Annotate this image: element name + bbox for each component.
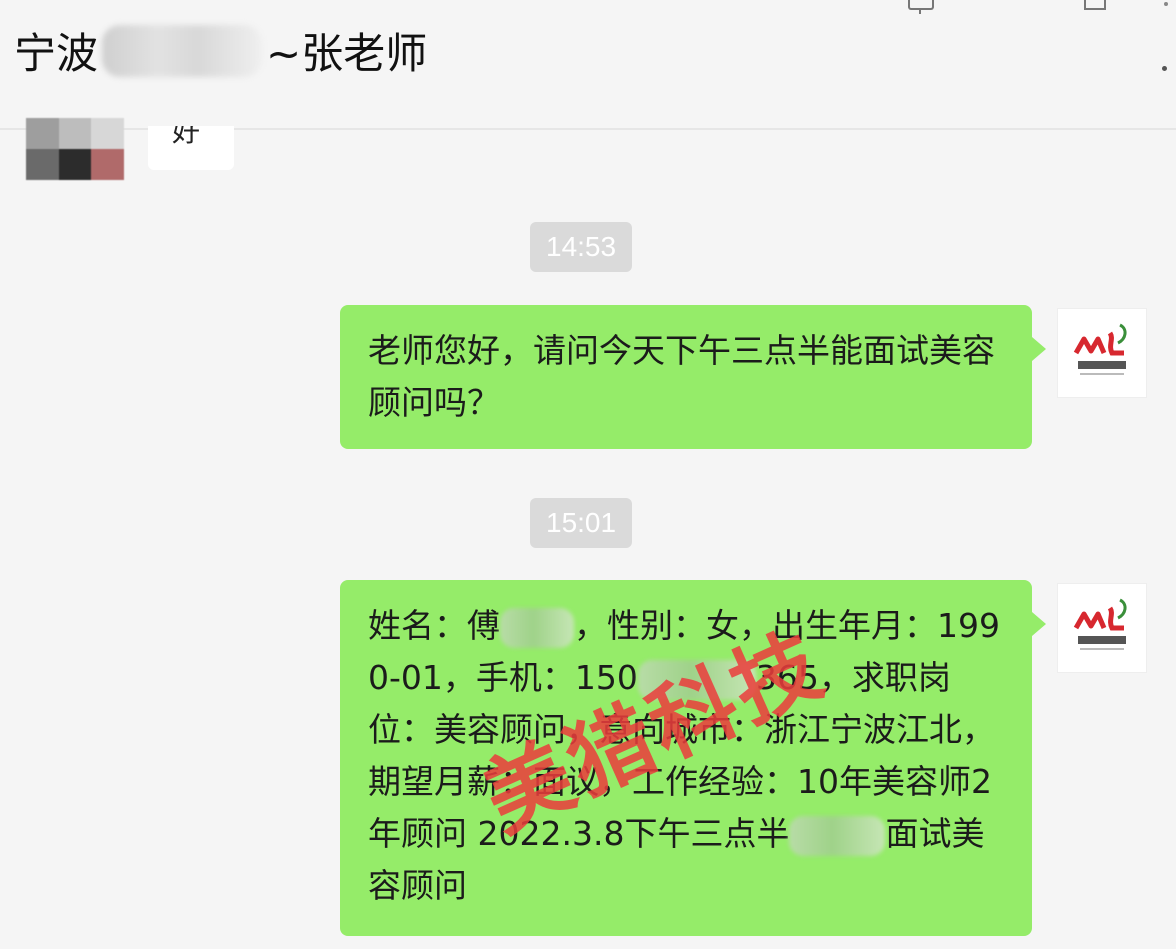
message-text: 老师您好，请问今天下午三点半能面试美容顾问吗？ [368, 331, 995, 422]
message-bubble[interactable]: 老师您好，请问今天下午三点半能面试美容顾问吗？ [340, 305, 1046, 449]
more-options-icon[interactable] [1162, 66, 1167, 71]
close-icon[interactable] [1164, 2, 1168, 6]
previous-message-bubble[interactable]: 好 [148, 126, 234, 170]
redacted-name [102, 24, 263, 77]
previous-message-text: 好 [172, 126, 201, 148]
message-bubble[interactable]: 姓名：傅 ，性别：女，出生年月：1990-01，手机：150 365，求职岗位：美容… [340, 580, 1046, 936]
chat-title: 宁波 ~张老师 [14, 20, 427, 81]
chat-title-prefix: 宁波 [14, 29, 99, 78]
self-avatar[interactable] [1057, 308, 1147, 398]
message-text-part: 姓名：傅 [368, 606, 500, 645]
pin-window-icon[interactable] [908, 0, 934, 14]
chat-window: 宁波 ~张老师 好 14:53 老师您好，请问今天下午三点半能面试美容顾问吗？ … [0, 0, 1176, 949]
redacted-text [789, 815, 886, 856]
maximize-icon[interactable] [1084, 0, 1106, 10]
contact-avatar[interactable] [26, 118, 124, 180]
message-timestamp: 14:53 [530, 222, 633, 272]
redacted-name [500, 607, 574, 648]
chat-title-suffix: ~张老师 [266, 29, 428, 78]
chat-header: 宁波 ~张老师 [0, 0, 1176, 130]
redacted-phone [637, 659, 756, 700]
meilie-logo-icon [1073, 598, 1127, 650]
message-timestamp: 15:01 [530, 498, 633, 548]
self-avatar[interactable] [1057, 583, 1147, 673]
meilie-logo-icon [1073, 323, 1127, 375]
